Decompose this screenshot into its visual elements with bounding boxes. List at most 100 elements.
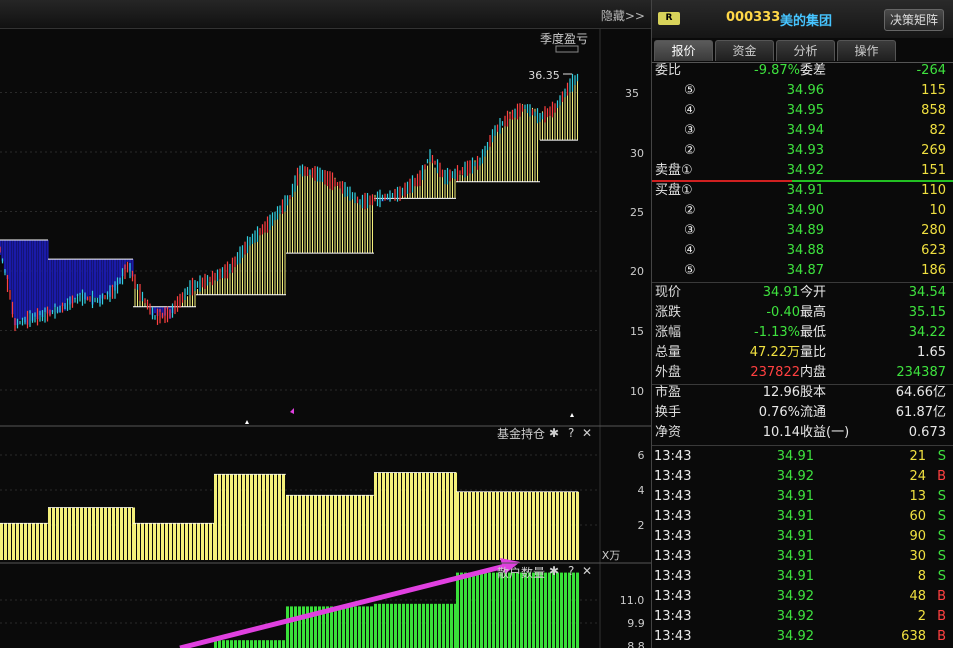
buy-level[interactable]: ② 34.90 10 — [652, 201, 953, 221]
marker-icon — [570, 413, 574, 417]
stat-label: 最低 — [800, 325, 827, 340]
y-tick: 11.0 — [620, 594, 645, 607]
stat-value: 10.14 — [762, 425, 800, 440]
fund-bar — [366, 495, 369, 560]
fund-bar — [294, 495, 297, 560]
tick-price: 34.91 — [776, 509, 814, 524]
fund-bar — [250, 474, 253, 560]
fund-bar — [80, 507, 83, 560]
wei-bi-label: 委比 — [655, 63, 682, 78]
fund-bar — [492, 491, 495, 560]
holder-bar — [414, 603, 417, 648]
level-label: ④ — [684, 243, 696, 258]
fund-bar — [270, 474, 273, 560]
fund-bar — [488, 491, 491, 560]
stat-label: 流通 — [800, 405, 827, 420]
buy-level[interactable]: 买盘① 34.91 110 — [652, 181, 953, 201]
tick-time: 13:43 — [654, 449, 692, 464]
sell-level[interactable]: 卖盘① 34.92 151 — [652, 161, 953, 181]
quote-panel: R 000333 美的集团 决策矩阵 报价 资金 分析 操作 委比 -9.87% 委… — [651, 0, 953, 648]
holder-bar — [226, 640, 229, 648]
tick-volume: 13 — [909, 489, 926, 504]
holder-bar — [476, 572, 479, 648]
stock-header: R 000333 美的集团 决策矩阵 — [652, 0, 953, 38]
level-price: 34.94 — [786, 123, 824, 138]
holder-bar — [572, 572, 575, 648]
sell-level[interactable]: ④ 34.95 858 — [652, 101, 953, 121]
close-icon[interactable]: ✕ — [582, 426, 592, 440]
trade-tick: 13:43 34.92 638 B — [652, 627, 953, 647]
fund-bar — [322, 495, 325, 560]
trade-tick: 13:43 34.91 30 S — [652, 547, 953, 567]
tick-price: 34.92 — [776, 589, 814, 604]
fund-bar — [560, 491, 563, 560]
y-tick: 20 — [630, 265, 644, 278]
stock-name[interactable]: 美的集团 — [780, 10, 832, 29]
holder-bar — [294, 606, 297, 648]
indicator-label: 季度盈亏 — [540, 31, 588, 46]
fund-bar — [0, 523, 3, 560]
fund-bar — [438, 472, 441, 560]
tab-analysis[interactable]: 分析 — [776, 40, 835, 61]
fund-bar — [358, 495, 361, 560]
fund-bar — [230, 474, 233, 560]
tab-quote[interactable]: 报价 — [654, 40, 713, 61]
holder-bar — [262, 640, 265, 648]
gear-icon[interactable]: ✱ — [549, 564, 559, 578]
sell-level[interactable]: ⑤ 34.96 115 — [652, 81, 953, 101]
chart-area[interactable]: 35 30 25 20 15 10 季度盈亏 36.35 6 4 2 X万 基金… — [0, 0, 651, 648]
level-volume: 186 — [921, 263, 946, 278]
fund-bar — [472, 491, 475, 560]
close-icon[interactable]: ✕ — [582, 564, 592, 578]
stat-label: 换手 — [655, 405, 682, 420]
fund-bar — [234, 474, 237, 560]
holder-bar — [406, 603, 409, 648]
tab-operation[interactable]: 操作 — [837, 40, 896, 61]
level-label: ④ — [684, 103, 696, 118]
fund-bar — [88, 507, 91, 560]
buy-level[interactable]: ④ 34.88 623 — [652, 241, 953, 261]
fund-bar — [173, 523, 176, 560]
holder-bar — [306, 606, 309, 648]
holder-bar — [218, 640, 221, 648]
help-icon[interactable]: ? — [568, 426, 574, 440]
stat-label: 股本 — [800, 385, 827, 400]
holder-bar — [282, 640, 285, 648]
holder-bar — [246, 640, 249, 648]
decision-matrix-button[interactable]: 决策矩阵 — [884, 9, 944, 31]
fund-bar — [205, 523, 208, 560]
fund-bar — [64, 507, 67, 560]
fund-bar — [76, 507, 79, 560]
fund-bar — [572, 491, 575, 560]
fund-bar — [576, 491, 579, 560]
holder-bar — [460, 572, 463, 648]
help-icon[interactable]: ? — [568, 564, 574, 578]
tick-volume: 638 — [901, 629, 926, 644]
stat-value: 61.87亿 — [895, 405, 946, 420]
tab-funds[interactable]: 资金 — [715, 40, 774, 61]
fund-bar — [480, 491, 483, 560]
level-volume: 269 — [921, 143, 946, 158]
hide-button[interactable]: 隐藏>> — [601, 7, 645, 24]
tick-volume: 30 — [909, 549, 926, 564]
stat-value: 0.673 — [908, 425, 946, 440]
buy-level[interactable]: ⑤ 34.87 186 — [652, 261, 953, 281]
trade-tick: 13:43 34.91 60 S — [652, 507, 953, 527]
fund-bar — [476, 491, 479, 560]
stat-label: 收益(一) — [800, 425, 850, 440]
sell-level[interactable]: ③ 34.94 82 — [652, 121, 953, 141]
stat-value: 0.76% — [758, 405, 800, 420]
holder-bar — [438, 603, 441, 648]
holder-bar — [254, 640, 257, 648]
sell-level[interactable]: ② 34.93 269 — [652, 141, 953, 161]
fund-bar — [133, 523, 136, 560]
stat-label: 量比 — [800, 345, 827, 360]
fund-bar — [536, 491, 539, 560]
fund-bar — [16, 523, 19, 560]
fund-bar — [390, 472, 393, 560]
level-volume: 151 — [921, 163, 946, 178]
holder-bar — [468, 572, 471, 648]
buy-level[interactable]: ③ 34.89 280 — [652, 221, 953, 241]
gear-icon[interactable]: ✱ — [549, 426, 559, 440]
tick-time: 13:43 — [654, 609, 692, 624]
